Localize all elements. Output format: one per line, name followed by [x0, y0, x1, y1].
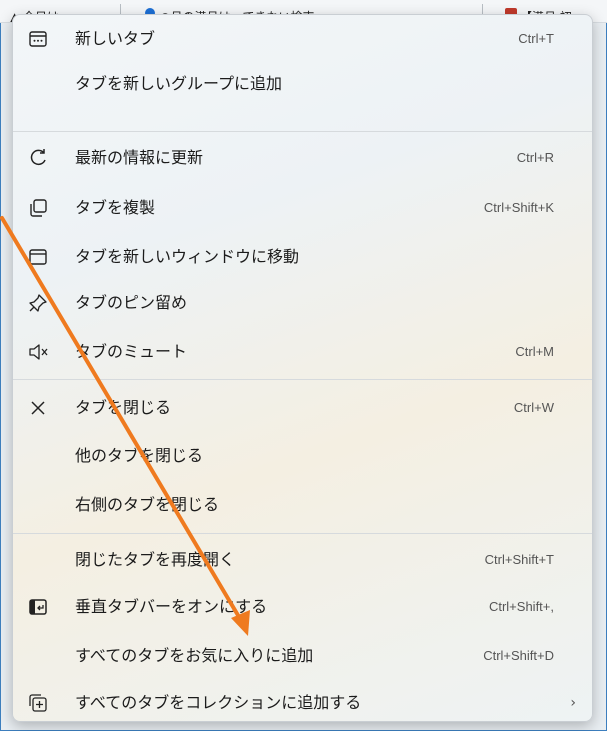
menu-item-label: すべてのタブをお気に入りに追加: [75, 646, 314, 665]
menu-item-shortcut: Ctrl+W: [513, 400, 554, 415]
menu-item-shortcut: Ctrl+R: [516, 150, 554, 165]
menu-item-refresh[interactable]: 最新の情報に更新 Ctrl+R: [19, 138, 586, 178]
menu-item-label: タブを新しいウィンドウに移動: [75, 247, 300, 266]
menu-item-label: タブのピン留め: [75, 293, 188, 312]
mute-icon: [27, 341, 49, 363]
duplicate-icon: [27, 197, 49, 219]
menu-divider: [13, 131, 592, 132]
menu-item-pin-tab[interactable]: タブのピン留め: [19, 283, 586, 323]
chevron-right-icon: ›: [570, 695, 576, 711]
menu-item-new-tab[interactable]: 新しいタブ Ctrl+T: [19, 19, 586, 59]
menu-item-label: 新しいタブ: [75, 29, 156, 48]
menu-divider: [13, 379, 592, 380]
menu-item-shortcut: Ctrl+Shift+D: [483, 648, 554, 663]
menu-item-label: タブを新しいグループに追加: [75, 74, 283, 93]
menu-item-label: タブを閉じる: [75, 398, 172, 417]
menu-item-add-to-group[interactable]: タブを新しいグループに追加: [19, 64, 586, 104]
menu-item-duplicate[interactable]: タブを複製 Ctrl+Shift+K: [19, 188, 586, 228]
menu-item-label: 右側のタブを閉じる: [75, 495, 220, 514]
new-tab-icon: [27, 28, 49, 50]
menu-item-label: タブのミュート: [75, 342, 188, 361]
menu-item-add-all-to-favorites[interactable]: すべてのタブをお気に入りに追加 Ctrl+Shift+D: [19, 636, 586, 676]
close-icon: [27, 397, 49, 419]
menu-item-label: 最新の情報に更新: [75, 148, 204, 167]
menu-item-shortcut: Ctrl+Shift+T: [484, 552, 554, 567]
menu-item-mute-tab[interactable]: タブのミュート Ctrl+M: [19, 332, 586, 372]
menu-item-label: 垂直タブバーをオンにする: [75, 597, 268, 616]
tab-context-menu: 新しいタブ Ctrl+T タブを新しいグループに追加 最新の情報に更新 Ctrl…: [12, 14, 593, 722]
menu-item-close-right-tabs[interactable]: 右側のタブを閉じる: [19, 485, 586, 525]
refresh-icon: [27, 147, 49, 169]
menu-item-move-to-window[interactable]: タブを新しいウィンドウに移動: [19, 237, 586, 277]
menu-item-reopen-closed-tab[interactable]: 閉じたタブを再度開く Ctrl+Shift+T: [19, 540, 586, 580]
menu-item-close-tab[interactable]: タブを閉じる Ctrl+W: [19, 388, 586, 428]
menu-item-close-other-tabs[interactable]: 他のタブを閉じる: [19, 436, 586, 476]
collections-icon: [27, 692, 49, 714]
menu-item-label: 閉じたタブを再度開く: [75, 550, 236, 569]
menu-item-vertical-tabs[interactable]: 垂直タブバーをオンにする Ctrl+Shift+,: [19, 587, 586, 627]
menu-item-label: タブを複製: [75, 198, 156, 217]
menu-item-shortcut: Ctrl+M: [515, 344, 554, 359]
window-icon: [27, 246, 49, 268]
menu-item-label: すべてのタブをコレクションに追加する: [75, 693, 362, 712]
menu-item-add-all-to-collection[interactable]: すべてのタブをコレクションに追加する ›: [19, 683, 586, 721]
menu-divider: [13, 533, 592, 534]
menu-item-label: 他のタブを閉じる: [75, 446, 204, 465]
pin-icon: [27, 292, 49, 314]
menu-item-shortcut: Ctrl+T: [518, 31, 554, 46]
menu-item-shortcut: Ctrl+Shift+,: [488, 599, 554, 614]
menu-item-shortcut: Ctrl+Shift+K: [483, 200, 554, 215]
vertical-tabs-icon: [27, 596, 49, 618]
